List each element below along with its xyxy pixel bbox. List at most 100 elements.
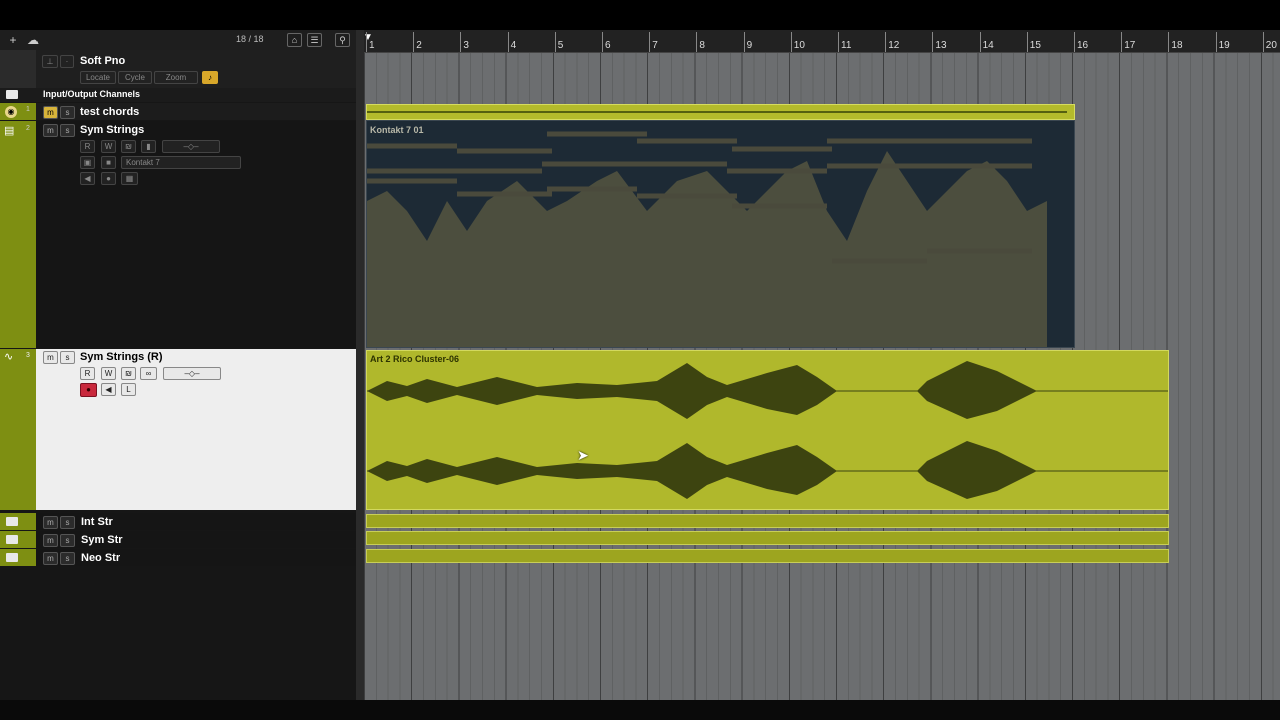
ruler-bar-label[interactable]: 13 bbox=[932, 32, 947, 52]
record-enable-button[interactable]: ● bbox=[101, 172, 116, 185]
chord-line bbox=[367, 111, 1067, 113]
ruler-bar-label[interactable]: 14 bbox=[979, 32, 994, 52]
track-color-strip bbox=[0, 349, 36, 510]
ruler-bar-label[interactable]: 11 bbox=[837, 32, 851, 52]
track-test-chords[interactable]: ◉ 1 m s test chords bbox=[0, 103, 356, 120]
list-icon[interactable]: ☰ bbox=[307, 33, 322, 47]
ruler-bar-label[interactable]: 3 bbox=[460, 32, 469, 52]
write-button[interactable]: W bbox=[101, 140, 116, 153]
folder-event-sym-str[interactable] bbox=[366, 531, 1169, 545]
arrange-window[interactable]: Kontakt 7 01 Art 2 Rico Cluster-06 ➤ bbox=[364, 53, 1280, 700]
chord-event[interactable] bbox=[366, 104, 1075, 120]
mute-button[interactable]: m bbox=[43, 534, 58, 547]
ruler-bar-label[interactable]: 18 bbox=[1168, 32, 1183, 52]
track-number: 1 bbox=[26, 106, 30, 113]
solo-button[interactable]: s bbox=[60, 534, 75, 547]
folder-sym-str[interactable]: m s Sym Str bbox=[0, 531, 356, 548]
cycle-button[interactable]: Cycle bbox=[118, 71, 152, 84]
folder-event-neo-str[interactable] bbox=[366, 549, 1169, 563]
ruler-bar-label[interactable]: 20 bbox=[1262, 32, 1277, 52]
midi-velocity-graph bbox=[367, 131, 1047, 347]
search-icon[interactable]: ⚲ bbox=[335, 33, 350, 47]
folder-event-int-str[interactable] bbox=[366, 514, 1169, 528]
track-sym-strings[interactable]: ▤ 2 m s Sym Strings R W ₪ ▮ –◇– ▣ ■ Kont… bbox=[0, 121, 356, 348]
ruler-bar-label[interactable]: 15 bbox=[1026, 32, 1041, 52]
ruler-bar-label[interactable]: 12 bbox=[885, 32, 899, 52]
track-soft-pno[interactable]: ⊥ · Soft Pno Locate Cycle Zoom ♪ bbox=[0, 50, 356, 88]
locate-button[interactable]: Locate bbox=[80, 71, 116, 84]
folder-input-output[interactable]: Input/Output Channels bbox=[0, 88, 356, 102]
lock-icon[interactable]: ■ bbox=[101, 156, 116, 169]
ruler-bar-label[interactable]: 8 bbox=[696, 32, 705, 52]
read-button[interactable]: R bbox=[80, 140, 95, 153]
folder-int-str[interactable]: m s Int Str bbox=[0, 513, 356, 530]
mute-button[interactable]: m bbox=[43, 516, 58, 529]
status-bar bbox=[0, 700, 1280, 720]
instrument-icon[interactable]: ▣ bbox=[80, 156, 95, 169]
mouse-cursor-icon: ➤ bbox=[577, 447, 589, 463]
track-counter: 18 / 18 bbox=[236, 34, 264, 44]
panel-divider[interactable] bbox=[356, 30, 364, 700]
meter-icon[interactable]: ▮ bbox=[141, 140, 156, 153]
ruler-bar-label[interactable]: 4 bbox=[507, 32, 516, 52]
track-presets-icon[interactable]: ☁ bbox=[25, 33, 41, 47]
edit-icon[interactable]: ₪ bbox=[121, 140, 136, 153]
keyboard-icon[interactable]: ▦ bbox=[121, 172, 138, 185]
record-enable-button[interactable]: ● bbox=[80, 383, 97, 397]
folder-icon bbox=[6, 517, 18, 526]
track-name: Neo Str bbox=[81, 552, 121, 564]
mute-button[interactable]: m bbox=[43, 351, 58, 364]
home-icon[interactable]: ⌂ bbox=[287, 33, 302, 47]
folder-icon bbox=[6, 90, 18, 99]
track-list-toolbar: + ☁ 18 / 18 ⌂ ☰ ⚲ bbox=[0, 30, 356, 50]
ruler-bar-label[interactable]: 17 bbox=[1121, 32, 1135, 52]
folder-neo-str[interactable]: m s Neo Str bbox=[0, 549, 356, 566]
timeline-ruler[interactable]: ▼ 1 2 3 4 5 6 7 8 9 10 11 12 13 14 15 16 17 18 19 20 bbox=[363, 30, 1280, 53]
solo-button[interactable]: s bbox=[60, 124, 75, 137]
zoom-button[interactable]: Zoom bbox=[154, 71, 198, 84]
pan-control[interactable]: –◇– bbox=[162, 140, 220, 153]
pan-control[interactable]: –◇– bbox=[163, 367, 221, 380]
ruler-bar-label[interactable]: 9 bbox=[743, 32, 752, 52]
ruler-bar-label[interactable]: 2 bbox=[413, 32, 422, 52]
track-name: Input/Output Channels bbox=[43, 89, 140, 99]
music-note-icon[interactable]: ♪ bbox=[202, 71, 218, 84]
lock-button[interactable]: L bbox=[121, 383, 136, 396]
marker-icon[interactable]: ⊥ bbox=[42, 55, 58, 68]
solo-button[interactable]: s bbox=[60, 351, 75, 364]
track-name: Sym Strings bbox=[80, 124, 145, 136]
midi-part[interactable]: Kontakt 7 01 bbox=[366, 120, 1075, 348]
solo-button[interactable]: s bbox=[60, 106, 75, 119]
ruler-bar-label[interactable]: 10 bbox=[790, 32, 805, 52]
monitor-icon[interactable]: ◀ bbox=[80, 172, 95, 185]
track-name: test chords bbox=[80, 106, 140, 118]
ruler-bar-label[interactable]: 19 bbox=[1215, 32, 1230, 52]
folder-icon bbox=[6, 535, 18, 544]
edit-icon[interactable]: ₪ bbox=[121, 367, 136, 380]
instrument-name: Kontakt 7 bbox=[126, 158, 160, 167]
ruler-bar-label[interactable]: 6 bbox=[602, 32, 611, 52]
read-button[interactable]: R bbox=[80, 367, 95, 380]
folder-icon bbox=[6, 553, 18, 562]
audio-event[interactable]: Art 2 Rico Cluster-06 ➤ bbox=[366, 350, 1169, 510]
instrument-selector[interactable]: Kontakt 7 bbox=[121, 156, 241, 169]
monitor-icon[interactable]: ◀ bbox=[101, 383, 116, 396]
track-color-strip bbox=[0, 50, 36, 88]
mute-button[interactable]: m bbox=[43, 124, 58, 137]
write-button[interactable]: W bbox=[101, 367, 116, 380]
solo-button[interactable]: s bbox=[60, 516, 75, 529]
ruler-bar-label[interactable]: 16 bbox=[1073, 32, 1088, 52]
link-icon[interactable]: ∞ bbox=[140, 367, 157, 380]
plus-icon[interactable]: + bbox=[5, 33, 21, 47]
ruler-bar-label[interactable]: 1 bbox=[366, 32, 375, 52]
mute-button[interactable]: m bbox=[43, 552, 58, 565]
ruler-bar-label[interactable]: 7 bbox=[649, 32, 658, 52]
chord-track-icon: ◉ bbox=[5, 106, 17, 118]
solo-button[interactable]: s bbox=[60, 552, 75, 565]
collapse-icon[interactable]: · bbox=[60, 55, 74, 68]
track-name: Sym Str bbox=[81, 534, 123, 546]
track-list: ⊥ · Soft Pno Locate Cycle Zoom ♪ Input/O… bbox=[0, 50, 356, 700]
mute-button[interactable]: m bbox=[43, 106, 58, 119]
ruler-bar-label[interactable]: 5 bbox=[555, 32, 563, 52]
track-sym-strings-r[interactable]: ∿ 3 m s Sym Strings (R) R W ₪ ∞ –◇– ● ◀ … bbox=[0, 349, 356, 510]
